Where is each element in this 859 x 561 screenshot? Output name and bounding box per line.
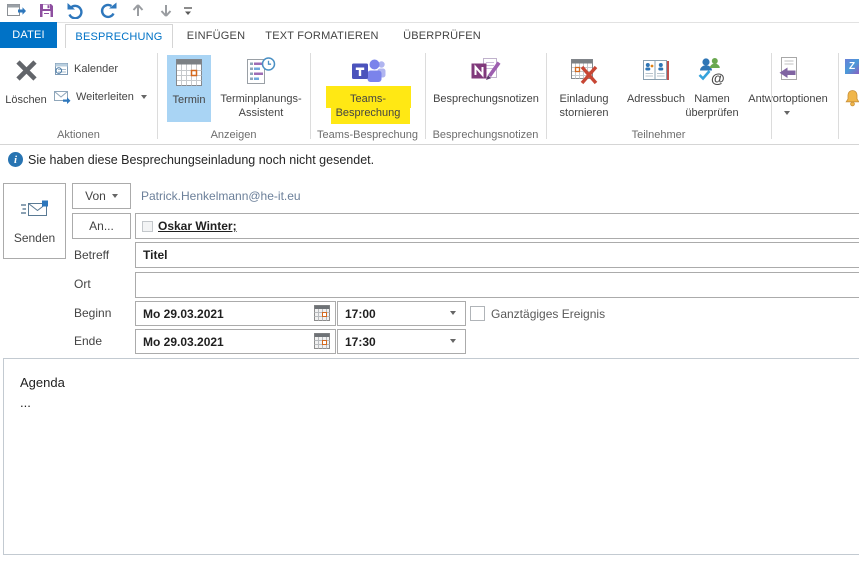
date-picker-icon[interactable] <box>314 333 330 352</box>
presence-indicator <box>142 221 153 232</box>
titlebar-divider <box>57 22 859 23</box>
location-field[interactable] <box>135 272 859 298</box>
time-zones-icon[interactable]: Z <box>845 59 859 74</box>
reminder-bell-icon[interactable] <box>845 89 859 110</box>
body-line: Agenda <box>20 375 65 390</box>
calendar-search-icon <box>54 62 69 76</box>
end-time-field[interactable]: 17:30 <box>337 329 466 354</box>
save-icon[interactable] <box>39 3 54 21</box>
start-label: Beginn <box>74 306 111 320</box>
send-envelope-icon <box>20 199 50 222</box>
send-receive-icon[interactable] <box>7 3 27 22</box>
send-button[interactable]: Senden <box>3 183 66 259</box>
body-line: ... <box>20 395 31 410</box>
from-value: Patrick.Henkelmann@he-it.eu <box>141 189 301 203</box>
message-body[interactable]: Agenda ... <box>3 358 859 555</box>
end-time-dropdown-arrow[interactable] <box>450 339 456 343</box>
tab-ueberpruefen[interactable]: ÜBERPRÜFEN <box>396 24 488 48</box>
cancel-invitation-button[interactable]: Einladung stornieren <box>550 55 618 123</box>
response-options-dropdown-arrow <box>784 111 790 115</box>
subject-field[interactable]: Titel <box>135 242 859 268</box>
from-dropdown-arrow <box>112 194 118 198</box>
all-day-checkbox[interactable] <box>470 306 485 321</box>
cancel-invitation-icon <box>570 57 598 88</box>
tab-einfuegen[interactable]: EINFÜGEN <box>180 24 252 48</box>
infobar-text: Sie haben diese Besprechungseinladung no… <box>28 153 374 167</box>
outlook-meeting-window: DATEI BESPRECHUNG EINFÜGEN TEXT FORMATIE… <box>0 0 859 561</box>
svg-text:@: @ <box>711 70 725 85</box>
group-label-anzeigen: Anzeigen <box>157 129 310 143</box>
forward-dropdown-arrow <box>141 95 147 99</box>
address-book-icon <box>641 58 671 87</box>
onenote-icon <box>470 56 502 87</box>
redo-icon[interactable] <box>99 2 117 22</box>
check-names-icon: @ <box>697 56 727 88</box>
customize-qat-icon[interactable] <box>183 6 193 20</box>
response-options-icon <box>777 56 801 87</box>
forward-button[interactable]: Weiterleiten <box>54 88 147 106</box>
undo-icon[interactable] <box>66 2 85 22</box>
ribbon: Löschen Kalender Weiterleiten Aktionen T… <box>0 48 859 145</box>
location-label: Ort <box>74 277 91 291</box>
tab-besprechung[interactable]: BESPRECHUNG <box>65 24 173 49</box>
info-icon: i <box>8 152 23 167</box>
tab-datei[interactable]: DATEI <box>0 22 57 48</box>
delete-button[interactable]: Löschen <box>2 55 50 123</box>
scheduling-assistant-icon <box>246 56 276 89</box>
appointment-calendar-icon <box>175 57 203 91</box>
delete-x-icon <box>13 57 40 87</box>
group-label-teilnehmer: Teilnehmer <box>546 129 771 143</box>
group-label-aktionen: Aktionen <box>0 129 157 143</box>
subject-label: Betreff <box>74 248 109 262</box>
to-button[interactable]: An... <box>72 213 131 239</box>
all-day-label: Ganztägiges Ereignis <box>491 307 605 321</box>
start-date-field[interactable]: Mo 29.03.2021 <box>135 301 336 326</box>
move-up-icon[interactable] <box>131 3 145 21</box>
teams-icon <box>350 57 386 88</box>
calendar-button[interactable]: Kalender <box>54 60 118 78</box>
quick-access-toolbar <box>0 0 859 22</box>
date-picker-icon[interactable] <box>314 305 330 324</box>
scheduling-assistant-button[interactable]: Terminplanungs- Assistent <box>213 55 309 123</box>
to-field[interactable]: Oskar Winter; <box>135 213 859 239</box>
move-down-icon[interactable] <box>159 3 173 21</box>
appointment-button[interactable]: Termin <box>167 55 211 122</box>
recipient-name[interactable]: Oskar Winter; <box>158 219 237 233</box>
meeting-notes-button[interactable]: Besprechungsnotizen <box>430 55 542 123</box>
check-names-button[interactable]: @ Namen überprüfen <box>676 55 748 123</box>
response-options-button[interactable]: Antwortoptionen <box>740 55 836 123</box>
tab-text-formatieren[interactable]: TEXT FORMATIEREN <box>258 24 386 48</box>
forward-envelope-icon <box>54 90 71 104</box>
from-button[interactable]: Von <box>72 183 131 209</box>
start-time-field[interactable]: 17:00 <box>337 301 466 326</box>
end-label: Ende <box>74 334 102 348</box>
group-label-notizen: Besprechungsnotizen <box>425 129 546 143</box>
group-label-teams: Teams-Besprechung <box>310 129 425 143</box>
end-date-field[interactable]: Mo 29.03.2021 <box>135 329 336 354</box>
start-time-dropdown-arrow[interactable] <box>450 311 456 315</box>
teams-meeting-button[interactable]: Teams- Besprechung <box>324 55 412 123</box>
